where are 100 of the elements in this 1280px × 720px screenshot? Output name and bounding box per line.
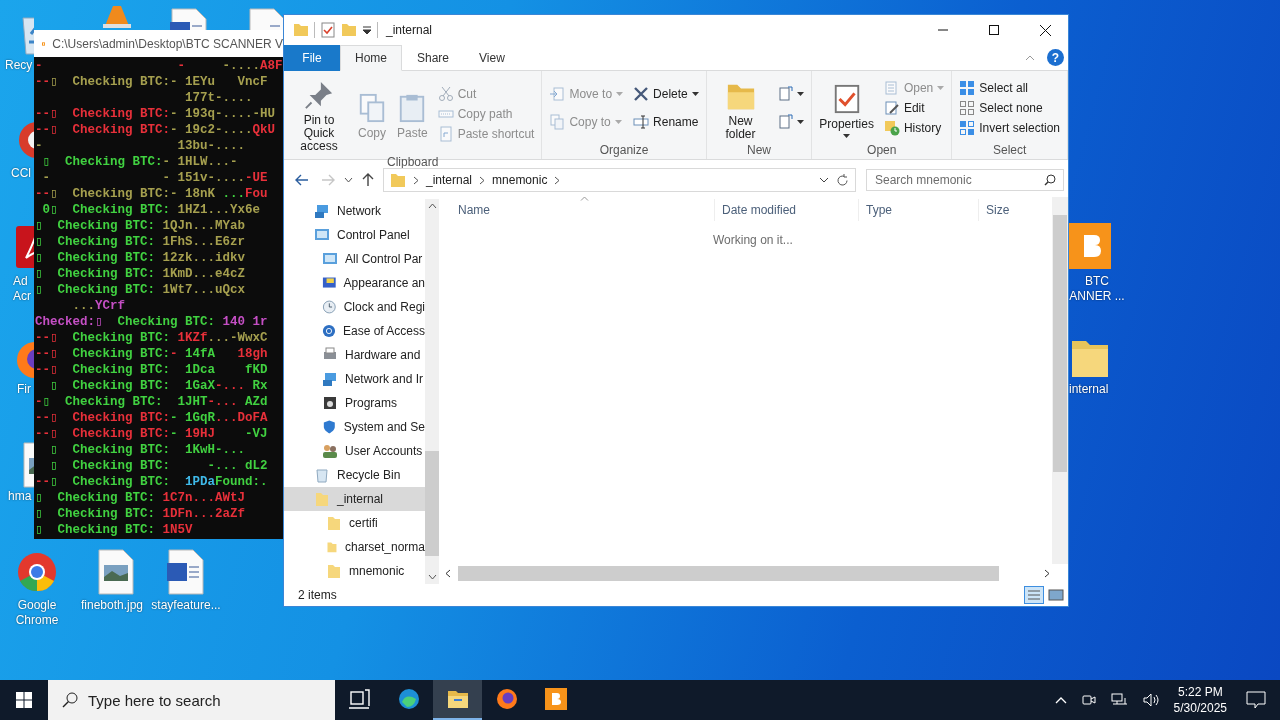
nav-item[interactable]: Hardware and: [284, 343, 425, 367]
chevron-down-icon[interactable]: [344, 177, 353, 183]
console-line: --▯ Checking BTC:- 18nK ...Fou: [34, 186, 268, 202]
ribbon-button[interactable]: Edit: [879, 98, 949, 118]
nav-item[interactable]: charset_norma: [284, 535, 425, 559]
ribbon-button[interactable]: Properties: [815, 76, 878, 140]
network-icon[interactable]: [1110, 692, 1129, 708]
volume-icon[interactable]: [1142, 692, 1161, 708]
camera-icon[interactable]: [1080, 692, 1097, 708]
status-message: Working on it...: [713, 233, 794, 247]
help-button[interactable]: ?: [1047, 49, 1064, 66]
address-bar[interactable]: _internal mnemonic: [383, 168, 856, 192]
nav-item[interactable]: Recycle Bin: [284, 463, 425, 487]
nav-item[interactable]: _internal: [284, 487, 425, 511]
taskbar-app-button[interactable]: [433, 680, 482, 720]
clock-icon: [322, 299, 337, 315]
ribbon-button[interactable]: Rename: [629, 112, 703, 132]
group-label: Organize: [598, 143, 650, 159]
console-line: ▯ Checking BTC: 1Wt7...uQcx: [34, 282, 246, 298]
scissors-icon: [437, 86, 454, 102]
word-document-icon[interactable]: [168, 8, 210, 30]
clock-date[interactable]: 5/30/2025: [1173, 700, 1227, 716]
column-header[interactable]: Date modified: [714, 199, 858, 221]
ribbon-tab[interactable]: View: [464, 45, 520, 71]
scroll-up-icon[interactable]: [427, 203, 437, 209]
taskbar-search-field[interactable]: Type here to search: [48, 680, 335, 720]
ribbon-tab[interactable]: File: [284, 45, 340, 71]
console-line: --▯ Checking BTC:- 1EYu VncF: [34, 74, 268, 90]
breadcrumb[interactable]: _internal: [426, 173, 473, 187]
ribbon-tab[interactable]: Share: [402, 45, 465, 71]
control-panel-icon: [322, 251, 338, 267]
console-line: --▯ Checking BTC: 1KZf...-WwxC: [34, 330, 268, 346]
nav-item[interactable]: User Accounts: [284, 439, 425, 463]
chevron-right-icon[interactable]: [554, 175, 561, 185]
icon-label: Ad: [13, 274, 28, 289]
thumbnail-view-icon[interactable]: [1046, 586, 1066, 604]
control-panel-icon: [314, 227, 330, 243]
icon-label: stayfeature...: [151, 598, 221, 613]
nav-item[interactable]: Network and Ir: [284, 367, 425, 391]
ribbon-tab[interactable]: Home: [340, 45, 402, 71]
ribbon-button[interactable]: Invert selection: [955, 118, 1064, 138]
nav-item[interactable]: Clock and Regi: [284, 295, 425, 319]
ribbon-button[interactable]: Delete: [629, 84, 703, 104]
chevron-right-icon[interactable]: [479, 175, 486, 185]
nav-item[interactable]: All Control Par: [284, 247, 425, 271]
caret-icon: [691, 92, 699, 96]
chevron-up-icon[interactable]: [1054, 696, 1067, 704]
scroll-left-icon[interactable]: [445, 569, 451, 578]
nav-item[interactable]: Control Panel: [284, 223, 425, 247]
breadcrumb[interactable]: mnemonic: [492, 173, 548, 187]
grid-icon: [959, 100, 976, 116]
console-line: 177t-....: [184, 90, 253, 106]
column-header[interactable]: Type: [858, 199, 978, 221]
nav-item[interactable]: Ease of Access: [284, 319, 425, 343]
scroll-right-icon[interactable]: [1044, 569, 1050, 578]
chevron-right-icon[interactable]: [413, 175, 419, 185]
icon-label: Fir: [17, 382, 31, 397]
details-view-icon[interactable]: [1024, 586, 1044, 604]
column-header[interactable]: Name: [439, 199, 714, 221]
console-line: ▯ Checking BTC: 1KmD...e4cZ: [34, 266, 246, 282]
notifications-icon[interactable]: [1246, 691, 1266, 709]
acrobat-icon[interactable]: [14, 224, 34, 270]
clock-time[interactable]: 5:22 PM: [1177, 684, 1223, 700]
nav-item[interactable]: Appearance an: [284, 271, 425, 295]
folder-icon: [390, 172, 406, 188]
programs-icon: [322, 395, 338, 411]
icon-label: fineboth.jpg: [80, 598, 144, 613]
windows-logo-icon: [16, 692, 32, 708]
refresh-icon[interactable]: [836, 173, 849, 187]
nav-item[interactable]: mnemonic: [284, 559, 425, 583]
pin-icon: [304, 79, 334, 111]
search-field[interactable]: Search mnemonic: [866, 169, 1064, 191]
properties-icon[interactable]: [320, 22, 336, 38]
ribbon-button[interactable]: New folder: [709, 73, 772, 143]
ribbon-button[interactable]: Pin to Quick access: [287, 73, 351, 155]
icon-label: BTC: [1085, 274, 1109, 289]
collapse-icon[interactable]: [1025, 53, 1035, 62]
window-title: C:\Users\admin\Desktop\BTC SCANNER V: [52, 36, 283, 51]
document-icon[interactable]: [246, 8, 283, 30]
group-label: Clipboard: [386, 155, 440, 169]
nav-item[interactable]: Programs: [284, 391, 425, 415]
image-file-icon[interactable]: [95, 549, 137, 595]
search-icon: [62, 692, 78, 708]
search-icon[interactable]: [1044, 174, 1056, 186]
word-document-icon[interactable]: [165, 549, 207, 595]
console-line: - - -....A8F: [34, 58, 283, 74]
console-line: ▯ Checking BTC: 1KwH-...: [49, 442, 246, 458]
nav-item[interactable]: Network: [284, 199, 425, 223]
ribbon-button[interactable]: Select none: [955, 98, 1064, 118]
console-line: - - 151v-....-UE: [41, 170, 268, 186]
nav-item[interactable]: System and Se: [284, 415, 425, 439]
dropdown-icon[interactable]: [362, 25, 372, 35]
console-line: ▯ Checking BTC: -... dL2: [49, 458, 268, 474]
scrollbar[interactable]: [425, 199, 439, 584]
scrollbar[interactable]: [1052, 197, 1068, 564]
ribbon-button[interactable]: Select all: [955, 78, 1064, 98]
nav-item[interactable]: certifi: [284, 511, 425, 535]
chevron-down-icon[interactable]: [819, 177, 829, 183]
scroll-down-icon[interactable]: [427, 574, 437, 580]
ribbon-button[interactable]: History: [879, 118, 949, 138]
